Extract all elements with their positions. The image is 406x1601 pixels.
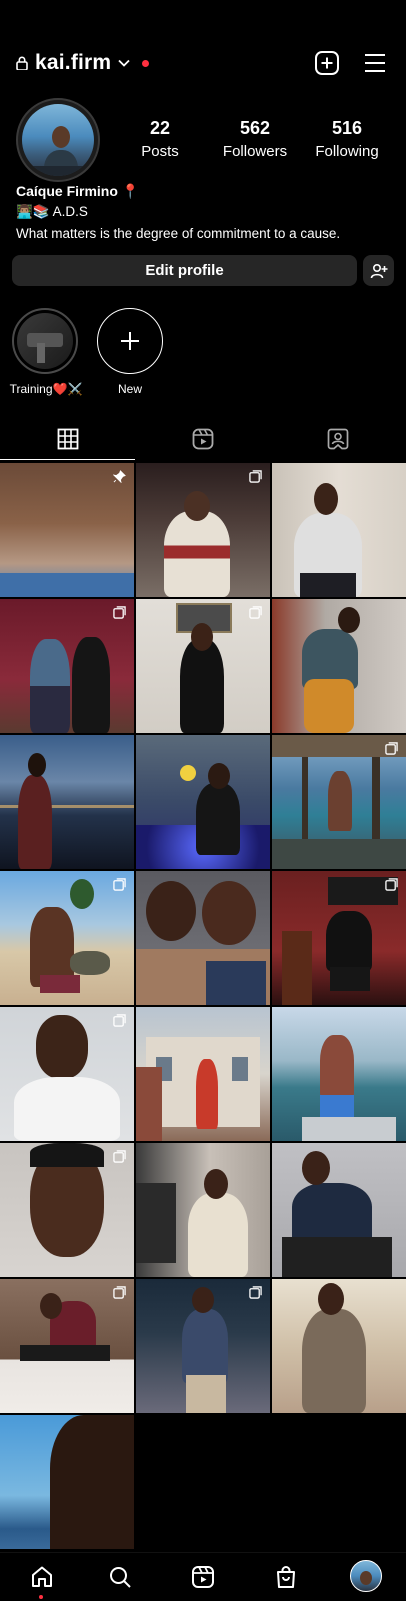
post-thumbnail[interactable] — [136, 1279, 270, 1413]
home-icon — [32, 1566, 52, 1587]
carousel-icon — [249, 470, 262, 483]
carousel-icon — [113, 1014, 126, 1027]
posts-count[interactable]: 22 Posts — [110, 118, 210, 160]
grid-icon — [57, 428, 78, 450]
tagged-icon — [327, 428, 348, 450]
bio-line: 👨🏽‍💻📚 A.D.S — [16, 204, 88, 219]
following-count-value: 516 — [331, 118, 363, 138]
post-thumbnail[interactable] — [136, 1143, 270, 1277]
chevron-down-icon — [118, 59, 130, 67]
following-count-label: Following — [315, 143, 379, 160]
post-thumbnail[interactable] — [272, 1279, 406, 1413]
posts-count-label: Posts — [141, 143, 179, 160]
post-thumbnail[interactable] — [136, 463, 270, 597]
carousel-icon — [249, 1286, 262, 1299]
new-highlight-button[interactable] — [97, 308, 163, 374]
highlight-label: Training❤️⚔️ — [9, 382, 83, 396]
followers-count-value: 562 — [239, 118, 271, 138]
post-thumbnail[interactable] — [0, 1415, 134, 1549]
profile-avatar[interactable] — [16, 98, 100, 182]
notification-dot — [142, 59, 150, 67]
following-count[interactable]: 516 Following — [297, 118, 397, 160]
menu-icon[interactable] — [362, 50, 388, 76]
discover-people-button[interactable] — [363, 255, 394, 286]
plus-icon — [121, 332, 139, 350]
carousel-icon — [249, 606, 262, 619]
notification-dot — [39, 1595, 43, 1599]
create-post-icon[interactable] — [314, 50, 340, 76]
nav-shop[interactable] — [272, 1563, 300, 1591]
post-thumbnail[interactable] — [0, 1007, 134, 1141]
post-thumbnail[interactable] — [272, 599, 406, 733]
pinned-icon — [113, 470, 126, 483]
post-thumbnail[interactable] — [0, 735, 134, 869]
tab-reels[interactable] — [135, 420, 270, 458]
profile-name: Caíque Firmino 📍 — [16, 183, 140, 199]
post-thumbnail[interactable] — [0, 871, 134, 1005]
post-thumbnail[interactable] — [272, 1007, 406, 1141]
reels-icon — [192, 1566, 214, 1588]
post-thumbnail[interactable] — [0, 599, 134, 733]
carousel-icon — [113, 878, 126, 891]
post-thumbnail[interactable] — [272, 463, 406, 597]
post-thumbnail[interactable] — [272, 735, 406, 869]
post-thumbnail[interactable] — [136, 1007, 270, 1141]
posts-count-value: 22 — [149, 118, 171, 138]
post-thumbnail[interactable] — [0, 1279, 134, 1413]
nav-reels[interactable] — [189, 1563, 217, 1591]
bio-line: What matters is the degree of commitment… — [16, 226, 341, 241]
post-thumbnail[interactable] — [136, 735, 270, 869]
carousel-icon — [385, 878, 398, 891]
post-thumbnail[interactable] — [0, 463, 134, 597]
nav-profile-avatar[interactable] — [350, 1560, 382, 1592]
followers-count-label: Followers — [222, 143, 288, 160]
carousel-icon — [113, 1150, 126, 1163]
nav-home[interactable] — [28, 1563, 56, 1591]
username: kai.firm — [35, 51, 112, 74]
post-thumbnail[interactable] — [272, 1143, 406, 1277]
post-thumbnail[interactable] — [136, 871, 270, 1005]
add-person-icon — [370, 263, 387, 278]
active-tab-indicator — [0, 459, 135, 460]
nav-search[interactable] — [106, 1563, 134, 1591]
carousel-icon — [113, 606, 126, 619]
highlight-training[interactable] — [12, 308, 78, 374]
post-thumbnail[interactable] — [0, 1143, 134, 1277]
account-switcher[interactable]: kai.firm — [16, 46, 150, 80]
post-thumbnail[interactable] — [136, 599, 270, 733]
edit-profile-button[interactable]: Edit profile — [12, 255, 357, 286]
search-icon — [110, 1567, 131, 1588]
lock-icon — [16, 56, 28, 70]
carousel-icon — [385, 742, 398, 755]
post-thumbnail[interactable] — [272, 871, 406, 1005]
posts-grid — [0, 463, 406, 1549]
tab-posts[interactable] — [0, 420, 135, 458]
highlight-label: New — [117, 382, 142, 396]
shop-icon — [277, 1566, 295, 1588]
followers-count[interactable]: 562 Followers — [205, 118, 305, 160]
tab-tagged[interactable] — [270, 420, 405, 458]
carousel-icon — [113, 1286, 126, 1299]
bottom-nav — [0, 1552, 406, 1601]
reels-icon — [192, 428, 213, 450]
